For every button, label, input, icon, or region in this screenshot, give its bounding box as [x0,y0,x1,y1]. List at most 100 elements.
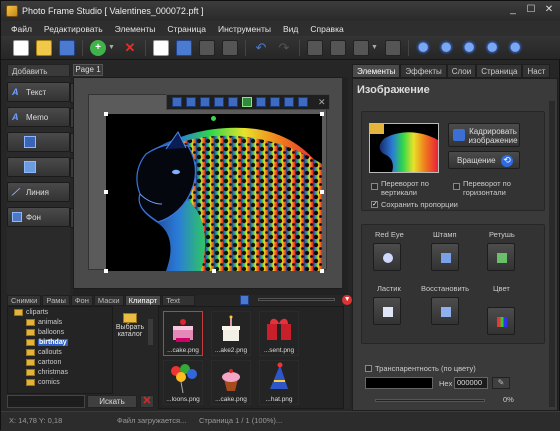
menu-page[interactable]: Страница [167,24,206,34]
flip-v-icon[interactable] [214,97,224,107]
redo-icon[interactable]: ↷ [276,40,292,56]
panel-scrollbar[interactable] [549,101,555,407]
mask-icon[interactable] [270,97,280,107]
tab-masks[interactable]: Маски [93,295,124,306]
red-eye-button[interactable] [373,243,401,271]
clipart-item[interactable]: ...hat.png [259,360,299,405]
add-image-button[interactable]: ▼ [7,157,80,178]
layer-back-icon[interactable] [221,39,238,56]
add-text-button[interactable]: AТекст▼ [7,82,80,103]
image-edit-icon[interactable] [256,97,266,107]
menu-elements[interactable]: Элементы [115,24,156,34]
flip-h-icon[interactable] [200,97,210,107]
tree-item[interactable]: christmas [8,367,112,377]
library-grid-icon[interactable] [239,295,250,305]
tolerance-slider[interactable] [375,399,485,402]
flip-horizontal-checkbox[interactable] [453,183,460,190]
color-button[interactable] [487,307,515,335]
rotate-handle[interactable] [211,116,216,121]
image-thumbnail[interactable] [369,123,439,173]
restore-button[interactable] [431,297,459,325]
new-file-icon[interactable] [13,39,29,56]
hex-input[interactable]: 000000 [454,377,488,389]
clipart-item[interactable]: ...sent.png [259,311,299,356]
remove-icon[interactable]: ▼ [342,295,352,305]
tree-scrollbar[interactable] [148,319,153,345]
zoom-page-icon[interactable] [507,39,524,56]
frame-edit-icon[interactable] [298,97,308,107]
bring-front-icon[interactable] [172,97,182,107]
copy-icon[interactable] [152,39,169,56]
thumbnail-size-slider[interactable] [258,298,336,301]
tab-clipart[interactable]: Клипарт [124,295,162,306]
chevron-down-icon[interactable]: ▼ [371,44,378,51]
clear-search-icon[interactable]: ✕ [140,395,154,408]
layer-up-icon[interactable] [175,39,192,56]
tree-item[interactable]: balloons [8,327,112,337]
tab-backgrounds[interactable]: Фон [70,295,93,306]
ungroup-icon[interactable] [329,39,346,56]
canvas-vertical-scrollbar[interactable] [342,77,348,289]
tab-text-fx[interactable]: Text FX [162,295,195,315]
resize-handle[interactable] [104,112,108,116]
tab-elements[interactable]: Элементы [352,64,401,78]
search-button[interactable]: Искать [87,395,137,408]
menu-tools[interactable]: Инструменты [218,24,271,34]
tree-item[interactable]: cartoon [8,357,112,367]
save-icon[interactable] [59,39,75,56]
clipart-scrollbar[interactable] [344,306,350,409]
open-file-icon[interactable] [36,39,52,56]
tab-settings[interactable]: Наст [522,64,551,78]
menu-view[interactable]: Вид [283,24,298,34]
menu-help[interactable]: Справка [310,24,343,34]
close-button[interactable]: ✕ [543,4,555,15]
select-catalog-button[interactable]: Выбрать каталог [114,311,146,345]
minimize-button[interactable]: _ [507,4,519,15]
tree-item[interactable]: animals [8,317,112,327]
tree-item[interactable]: birthday [8,337,112,347]
align-icon[interactable] [352,39,369,56]
retouch-button[interactable] [487,243,515,271]
delete-icon[interactable]: ✕ [122,40,138,56]
transparency-color-swatch[interactable] [365,377,433,389]
add-page-icon[interactable]: + [90,39,106,56]
clipart-item[interactable]: ...loons.png [163,360,203,405]
layer-down-icon[interactable] [198,39,215,56]
tree-item[interactable]: cliparts [8,307,112,317]
leopard-image[interactable] [106,114,322,271]
folder-icon[interactable] [370,124,384,134]
align-center-icon[interactable] [228,97,238,107]
crop-image-button[interactable]: Кадрировать изображение [448,123,520,147]
clipart-item[interactable]: ...cake.png [211,360,251,405]
add-memo-button[interactable]: AMemo▼ [7,107,80,128]
group-icon[interactable] [306,39,323,56]
search-input[interactable] [7,395,85,408]
undo-icon[interactable]: ↶ [253,40,269,56]
add-frame-button[interactable]: ▼ [7,132,80,153]
menu-file[interactable]: Файл [11,24,32,34]
eraser-button[interactable] [373,297,401,325]
tab-layers[interactable]: Слои [446,64,477,78]
add-line-button[interactable]: ⟋ Линия [7,182,70,202]
tab-snapshots[interactable]: Снимки [7,295,42,306]
zoom-out-icon[interactable] [438,39,455,56]
add-background-button[interactable]: Фон▼ [7,207,80,228]
zoom-fit-icon[interactable] [461,39,478,56]
zoom-in-icon[interactable] [415,39,432,56]
tree-item[interactable]: comics [8,377,112,387]
keep-proportions-checkbox[interactable]: ✓ [371,201,378,208]
resize-handle[interactable] [104,190,108,194]
clipart-item[interactable]: ...cake.png [163,311,203,356]
close-icon[interactable]: ✕ [318,97,326,108]
rotate-icon[interactable] [186,97,196,107]
shadow-icon[interactable] [284,97,294,107]
tab-page-1[interactable]: Page 1 [73,64,103,76]
tree-item[interactable]: callouts [8,347,112,357]
resize-handle[interactable] [104,269,108,273]
rotate-button[interactable]: Вращение ⟲ [448,151,520,169]
tab-frames[interactable]: Рамы [42,295,70,306]
transparency-checkbox[interactable] [365,365,372,372]
menu-edit[interactable]: Редактировать [44,24,103,34]
design-canvas[interactable]: ✕ [73,77,348,289]
tab-effects[interactable]: Эффекты [400,64,447,78]
